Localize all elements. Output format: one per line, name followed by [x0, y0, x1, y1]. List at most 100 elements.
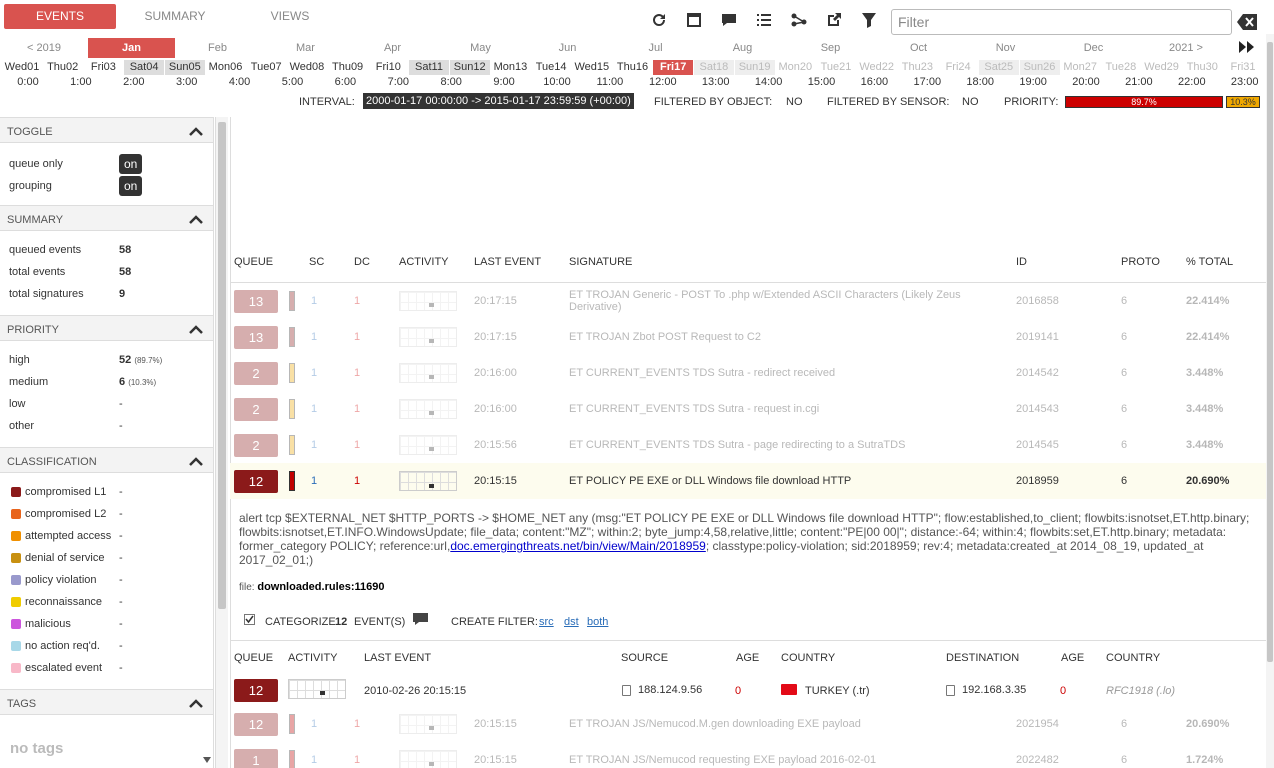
sc-count[interactable]: 1 — [311, 295, 317, 307]
signature[interactable]: ET TROJAN JS/Nemucod requesting EXE payl… — [569, 754, 876, 766]
dc-count[interactable]: 1 — [354, 718, 360, 730]
classification-row[interactable]: no action req'd. - — [0, 636, 213, 658]
day-sun12[interactable]: Sun12 — [449, 60, 490, 75]
day-mon20[interactable]: Mon20 — [775, 60, 815, 75]
day-fri31[interactable]: Fri31 — [1223, 60, 1263, 75]
sub-col-queue[interactable]: QUEUE — [234, 652, 273, 664]
table-row[interactable]: 12 1 1 20:15:15 ET TROJAN JS/Nemucod.M.gen d… — [230, 706, 1266, 742]
col-id[interactable]: ID — [1016, 256, 1027, 268]
source-ip[interactable]: 188.124.9.56 — [638, 684, 702, 696]
day-tue14[interactable]: Tue14 — [531, 60, 571, 75]
month-2[interactable]: Feb — [175, 38, 260, 58]
chevron-up-icon[interactable] — [188, 455, 204, 467]
day-mon27[interactable]: Mon27 — [1060, 60, 1100, 75]
col-sc[interactable]: SC — [309, 256, 324, 268]
table-row[interactable]: 2 1 1 20:15:56 ET CURRENT_EVENTS TDS Sutra -… — [230, 427, 1266, 463]
sub-col-activity[interactable]: ACTIVITY — [288, 652, 338, 664]
priority-row[interactable]: low - — [0, 394, 213, 416]
sc-count[interactable]: 1 — [311, 718, 317, 730]
queue-badge[interactable]: 12 — [234, 713, 278, 736]
month-6[interactable]: Jun — [525, 38, 610, 58]
month-3[interactable]: Mar — [263, 38, 348, 58]
chevron-up-icon[interactable] — [188, 213, 204, 225]
month-10[interactable]: Oct — [876, 38, 961, 58]
destination-ip[interactable]: 192.168.3.35 — [962, 684, 1026, 696]
priority-row[interactable]: medium 6 (10.3%) — [0, 372, 213, 394]
sc-count[interactable]: 1 — [311, 331, 317, 343]
day-thu02[interactable]: Thu02 — [43, 60, 83, 75]
table-row[interactable]: 13 1 1 20:17:15 ET TROJAN Generic - POST To … — [230, 283, 1266, 319]
classification-row[interactable]: escalated event - — [0, 658, 213, 680]
hour-17[interactable]: 17:00 — [907, 76, 947, 88]
filter-input[interactable] — [891, 9, 1232, 35]
sc-count[interactable]: 1 — [311, 367, 317, 379]
classification-section-header[interactable]: CLASSIFICATION — [0, 447, 213, 473]
col-last-event[interactable]: LAST EVENT — [474, 256, 541, 268]
month-11[interactable]: Nov — [963, 38, 1048, 58]
hour-2[interactable]: 2:00 — [114, 76, 154, 88]
tags-section-header[interactable]: TAGS — [0, 689, 213, 715]
queue-badge[interactable]: 2 — [234, 434, 278, 457]
maximize-icon[interactable] — [686, 12, 708, 34]
month-5[interactable]: May — [438, 38, 523, 58]
chevron-up-icon[interactable] — [188, 697, 204, 709]
day-thu16[interactable]: Thu16 — [613, 60, 653, 75]
day-sun26[interactable]: Sun26 — [1019, 60, 1060, 75]
dc-count[interactable]: 1 — [354, 367, 360, 379]
sc-count[interactable]: 1 — [311, 439, 317, 451]
sub-col-destination[interactable]: DESTINATION — [946, 652, 1019, 664]
categorize-checkbox[interactable] — [244, 614, 255, 628]
month-7[interactable]: Jul — [613, 38, 698, 58]
sc-count[interactable]: 1 — [311, 475, 317, 487]
month-0[interactable]: < 2019 — [4, 38, 84, 58]
hour-4[interactable]: 4:00 — [220, 76, 260, 88]
day-fri24[interactable]: Fri24 — [938, 60, 978, 75]
refresh-icon[interactable] — [651, 12, 673, 34]
classification-row[interactable]: malicious - — [0, 614, 213, 636]
priority-row[interactable]: high 52 (89.7%) — [0, 350, 213, 372]
hour-21[interactable]: 21:00 — [1119, 76, 1159, 88]
queue-badge[interactable]: 1 — [234, 749, 278, 768]
dc-count[interactable]: 1 — [354, 403, 360, 415]
hour-7[interactable]: 7:00 — [378, 76, 418, 88]
fast-forward-icon[interactable] — [1238, 40, 1256, 54]
toggle-section-header[interactable]: TOGGLE — [0, 117, 213, 143]
month-12[interactable]: Dec — [1051, 38, 1136, 58]
signature[interactable]: ET POLICY PE EXE or DLL Windows file dow… — [569, 475, 851, 487]
dc-count[interactable]: 1 — [354, 439, 360, 451]
hour-3[interactable]: 3:00 — [167, 76, 207, 88]
queue-badge[interactable]: 2 — [234, 398, 278, 421]
day-sat25[interactable]: Sat25 — [978, 60, 1019, 75]
signature[interactable]: ET CURRENT_EVENTS TDS Sutra - redirect r… — [569, 367, 835, 379]
scrollbar-thumb[interactable] — [1267, 42, 1273, 662]
signature[interactable]: ET TROJAN Zbot POST Request to C2 — [569, 331, 761, 343]
scrollbar-thumb[interactable] — [218, 122, 226, 609]
day-sat11[interactable]: Sat11 — [409, 60, 449, 75]
day-sat04[interactable]: Sat04 — [124, 60, 165, 75]
classification-row[interactable]: compromised L2- — [0, 504, 213, 526]
day-thu23[interactable]: Thu23 — [897, 60, 937, 75]
filter-src-link[interactable]: src — [539, 616, 554, 628]
day-sat18[interactable]: Sat18 — [693, 60, 734, 75]
queue-badge[interactable]: 13 — [234, 290, 278, 313]
sidebar-scrollbar[interactable] — [215, 117, 228, 768]
sub-col-last-event[interactable]: LAST EVENT — [364, 652, 431, 664]
col-total[interactable]: % TOTAL — [1186, 256, 1233, 268]
scroll-down-icon[interactable] — [203, 757, 211, 763]
day-thu30[interactable]: Thu30 — [1182, 60, 1222, 75]
tab-summary[interactable]: SUMMARY — [124, 4, 226, 29]
day-tue28[interactable]: Tue28 — [1101, 60, 1141, 75]
classification-row[interactable]: attempted access - — [0, 526, 213, 548]
day-tue07[interactable]: Tue07 — [246, 60, 286, 75]
hour-18[interactable]: 18:00 — [960, 76, 1000, 88]
main-scrollbar[interactable] — [1266, 34, 1274, 768]
tab-views[interactable]: VIEWS — [240, 4, 340, 29]
dc-count[interactable]: 1 — [354, 475, 360, 487]
month-8[interactable]: Aug — [700, 38, 785, 58]
col-signature[interactable]: SIGNATURE — [569, 256, 632, 268]
table-row[interactable]: 1 1 1 20:15:15 ET TROJAN JS/Nemucod requesti… — [230, 742, 1266, 768]
classification-row[interactable]: compromised L1- — [0, 482, 213, 504]
col-proto[interactable]: PROTO — [1121, 256, 1160, 268]
comment-icon[interactable] — [413, 613, 428, 629]
external-link-icon[interactable] — [826, 12, 848, 34]
